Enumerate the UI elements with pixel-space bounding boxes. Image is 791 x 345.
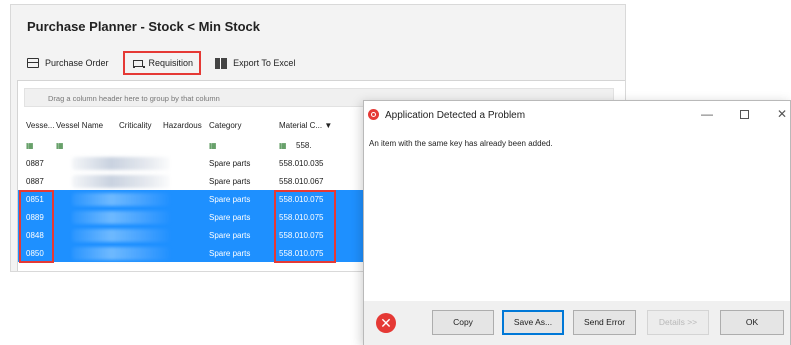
details-button[interactable]: Details >> xyxy=(647,310,709,335)
export-to-excel-label: Export To Excel xyxy=(233,58,296,68)
redacted-vessel-name xyxy=(72,193,170,206)
column-header-vessel[interactable]: Vesse... xyxy=(26,121,54,130)
minimize-button[interactable]: — xyxy=(699,107,715,121)
ok-button[interactable]: OK xyxy=(720,310,784,335)
column-header-hazardous[interactable]: Hazardous xyxy=(163,121,202,130)
toolbar: Purchase Order Requisition Export To Exc… xyxy=(21,51,301,75)
redacted-vessel-name xyxy=(72,229,170,242)
cell-category: Spare parts xyxy=(209,177,251,186)
cell-category: Spare parts xyxy=(209,195,251,204)
filter-icon-category[interactable]: ▦ xyxy=(209,141,217,150)
dialog-titlebar[interactable]: Application Detected a Problem — ✕ xyxy=(364,101,790,129)
cart-icon xyxy=(131,58,145,68)
maximize-button[interactable] xyxy=(736,107,752,122)
maximize-icon xyxy=(739,110,749,119)
dialog-title: Application Detected a Problem xyxy=(385,110,526,121)
column-header-vessel-name[interactable]: Vessel Name xyxy=(56,121,103,130)
cell-material: 558.010.067 xyxy=(279,177,324,186)
filter-material-value[interactable]: 558. xyxy=(296,141,312,150)
send-error-button[interactable]: Send Error xyxy=(573,310,636,335)
column-header-category[interactable]: Category xyxy=(209,121,241,130)
save-as-button[interactable]: Save As... xyxy=(502,310,564,335)
redacted-vessel-name xyxy=(72,175,170,188)
column-header-material[interactable]: Material C... ▼ xyxy=(279,121,332,130)
redacted-vessel-name xyxy=(72,247,170,260)
cell-vessel: 0887 xyxy=(26,177,44,186)
redacted-vessel-name xyxy=(72,211,170,224)
error-x-icon: ✕ xyxy=(376,313,396,333)
export-to-excel-button[interactable]: Export To Excel xyxy=(209,51,301,75)
cell-category: Spare parts xyxy=(209,159,251,168)
cell-vessel: 0887 xyxy=(26,159,44,168)
column-header-material-label: Material C... xyxy=(279,121,323,130)
purchase-order-button[interactable]: Purchase Order xyxy=(21,51,115,75)
filter-funnel-icon[interactable]: ▼ xyxy=(324,121,332,130)
purchase-order-label: Purchase Order xyxy=(45,58,109,68)
cell-category: Spare parts xyxy=(209,231,251,240)
cell-material: 558.010.035 xyxy=(279,159,324,168)
filter-icon-vessel-name[interactable]: ▦ xyxy=(56,141,64,150)
requisition-label: Requisition xyxy=(148,58,194,68)
window-title: Purchase Planner - Stock < Min Stock xyxy=(27,19,260,34)
copy-button[interactable]: Copy xyxy=(432,310,494,335)
close-button[interactable]: ✕ xyxy=(774,107,790,121)
excel-icon xyxy=(215,57,228,69)
error-circle-icon xyxy=(368,109,379,120)
cell-category: Spare parts xyxy=(209,213,251,222)
filter-icon-vessel[interactable]: ▦ xyxy=(26,141,34,150)
column-header-criticality[interactable]: Criticality xyxy=(119,121,151,130)
error-dialog: Application Detected a Problem — ✕ An it… xyxy=(363,100,791,345)
purchase-order-icon xyxy=(27,58,39,68)
highlight-box-material xyxy=(274,190,336,263)
requisition-button[interactable]: Requisition xyxy=(122,51,202,75)
redacted-vessel-name xyxy=(72,157,170,170)
cell-category: Spare parts xyxy=(209,249,251,258)
highlight-box-vessel xyxy=(19,190,54,263)
filter-icon-material[interactable]: ▦ xyxy=(279,141,287,150)
error-message: An item with the same key has already be… xyxy=(369,139,553,148)
